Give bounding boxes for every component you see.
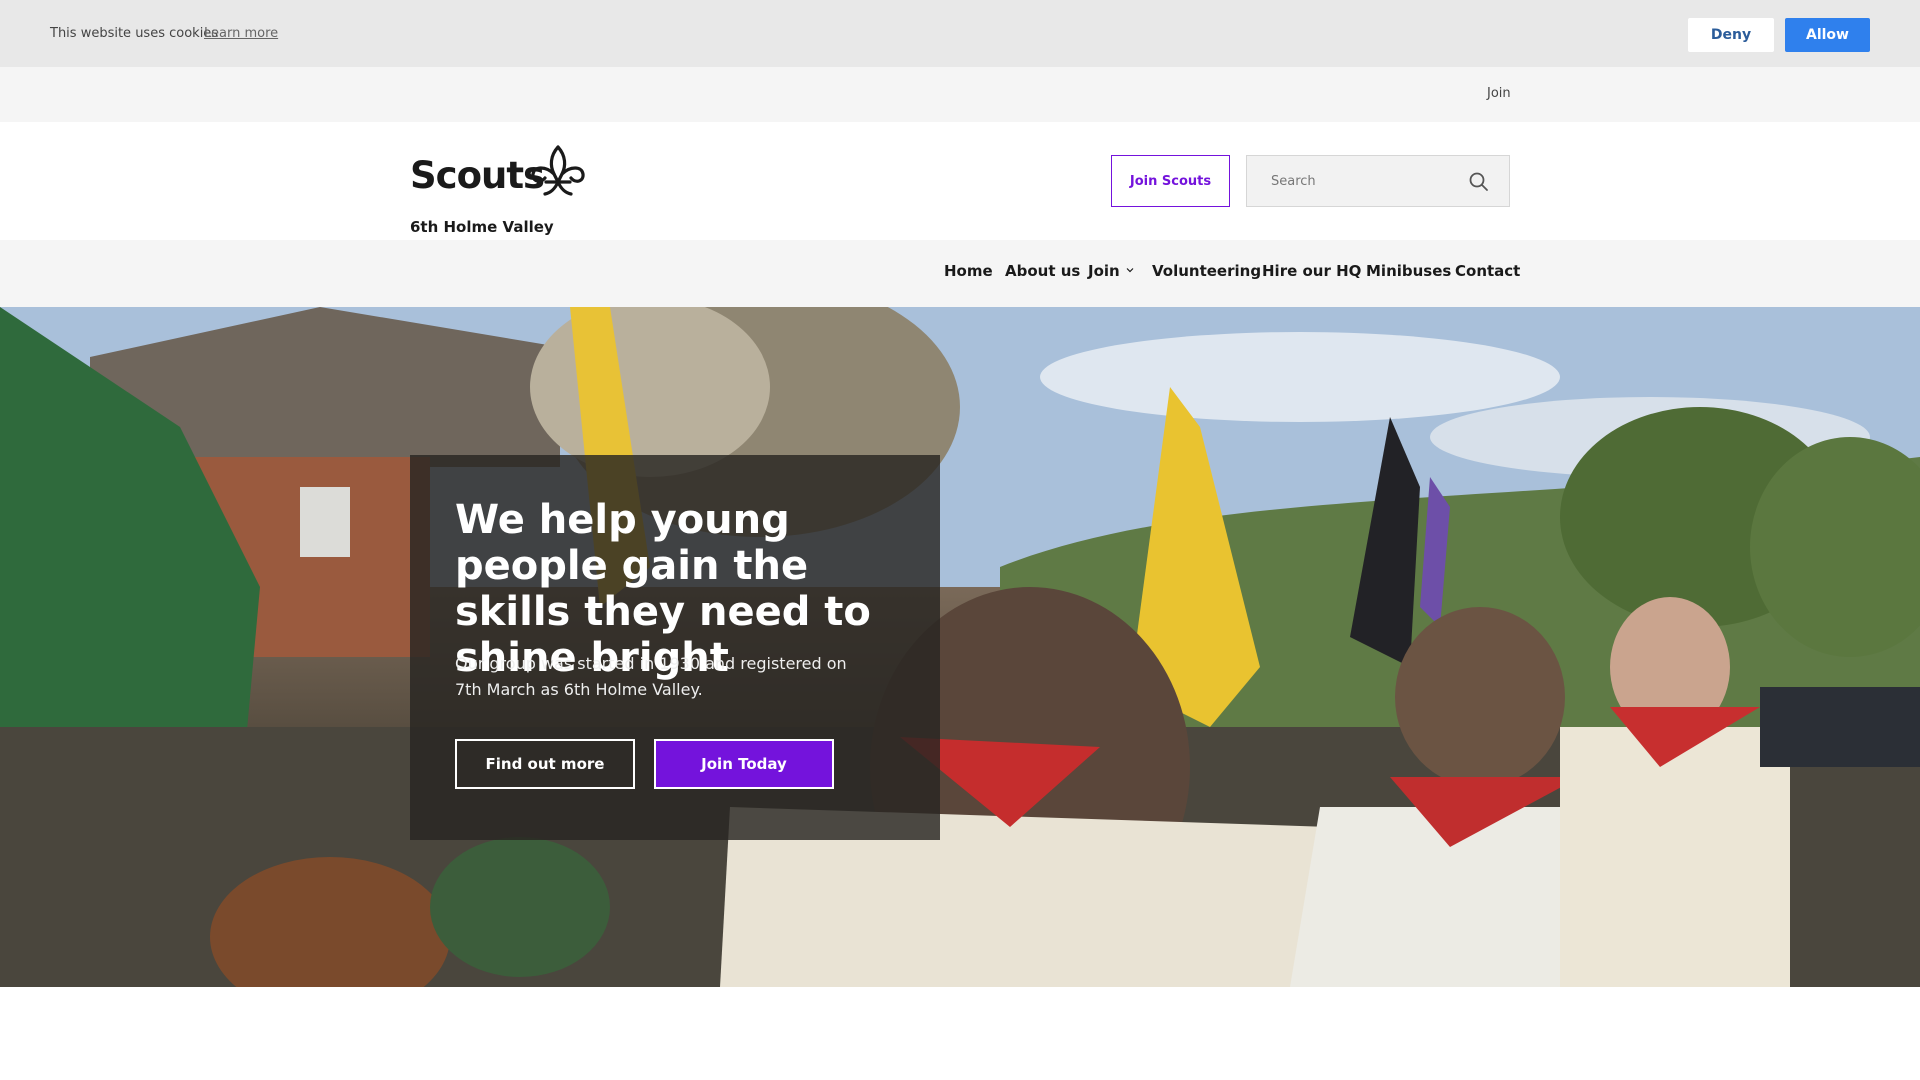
fleur-de-lis-icon — [531, 145, 585, 196]
nav-item-hire-hq[interactable]: Hire our HQ — [1262, 262, 1361, 280]
chevron-down-icon — [1126, 268, 1134, 273]
find-out-more-button[interactable]: Find out more — [455, 739, 635, 789]
nav-item-volunteering[interactable]: Volunteering — [1152, 262, 1261, 280]
search-input[interactable] — [1247, 156, 1457, 206]
search-icon[interactable] — [1468, 171, 1490, 193]
cookie-allow-button[interactable]: Allow — [1785, 18, 1870, 52]
cookie-learn-more-link[interactable]: Learn more — [204, 26, 278, 41]
cookie-deny-button[interactable]: Deny — [1688, 18, 1774, 52]
nav-item-minibuses[interactable]: Minibuses — [1366, 262, 1451, 280]
utility-join-link[interactable]: Join — [1487, 86, 1511, 101]
main-nav: Home About us Join Volunteering Hire our… — [0, 240, 1920, 307]
site-logo[interactable]: Scouts 6th Holme Valley — [410, 144, 590, 236]
cookie-bar: This website uses cookies Learn more Den… — [0, 0, 1920, 67]
nav-item-home[interactable]: Home — [944, 262, 993, 280]
hero-background-image — [0, 307, 1920, 987]
group-name: 6th Holme Valley — [410, 218, 554, 236]
join-scouts-button[interactable]: Join Scouts — [1111, 155, 1230, 207]
logo-wordmark: Scouts — [410, 154, 545, 197]
hero-section: We help young people gain the skills the… — [0, 307, 1920, 987]
nav-item-join-label: Join — [1088, 262, 1120, 280]
nav-item-contact[interactable]: Contact — [1455, 262, 1520, 280]
search-box — [1246, 155, 1510, 207]
nav-item-about-us[interactable]: About us — [1005, 262, 1080, 280]
cookie-message: This website uses cookies — [50, 26, 219, 41]
join-today-button[interactable]: Join Today — [654, 739, 834, 789]
site-header: Scouts 6th Holme Valley Join Scouts — [0, 122, 1920, 240]
utility-bar: Join — [0, 67, 1920, 122]
hero-content-panel: We help young people gain the skills the… — [410, 455, 940, 840]
nav-item-join[interactable]: Join — [1088, 262, 1134, 280]
hero-description: Our group was started in 1930 and regist… — [455, 654, 847, 699]
